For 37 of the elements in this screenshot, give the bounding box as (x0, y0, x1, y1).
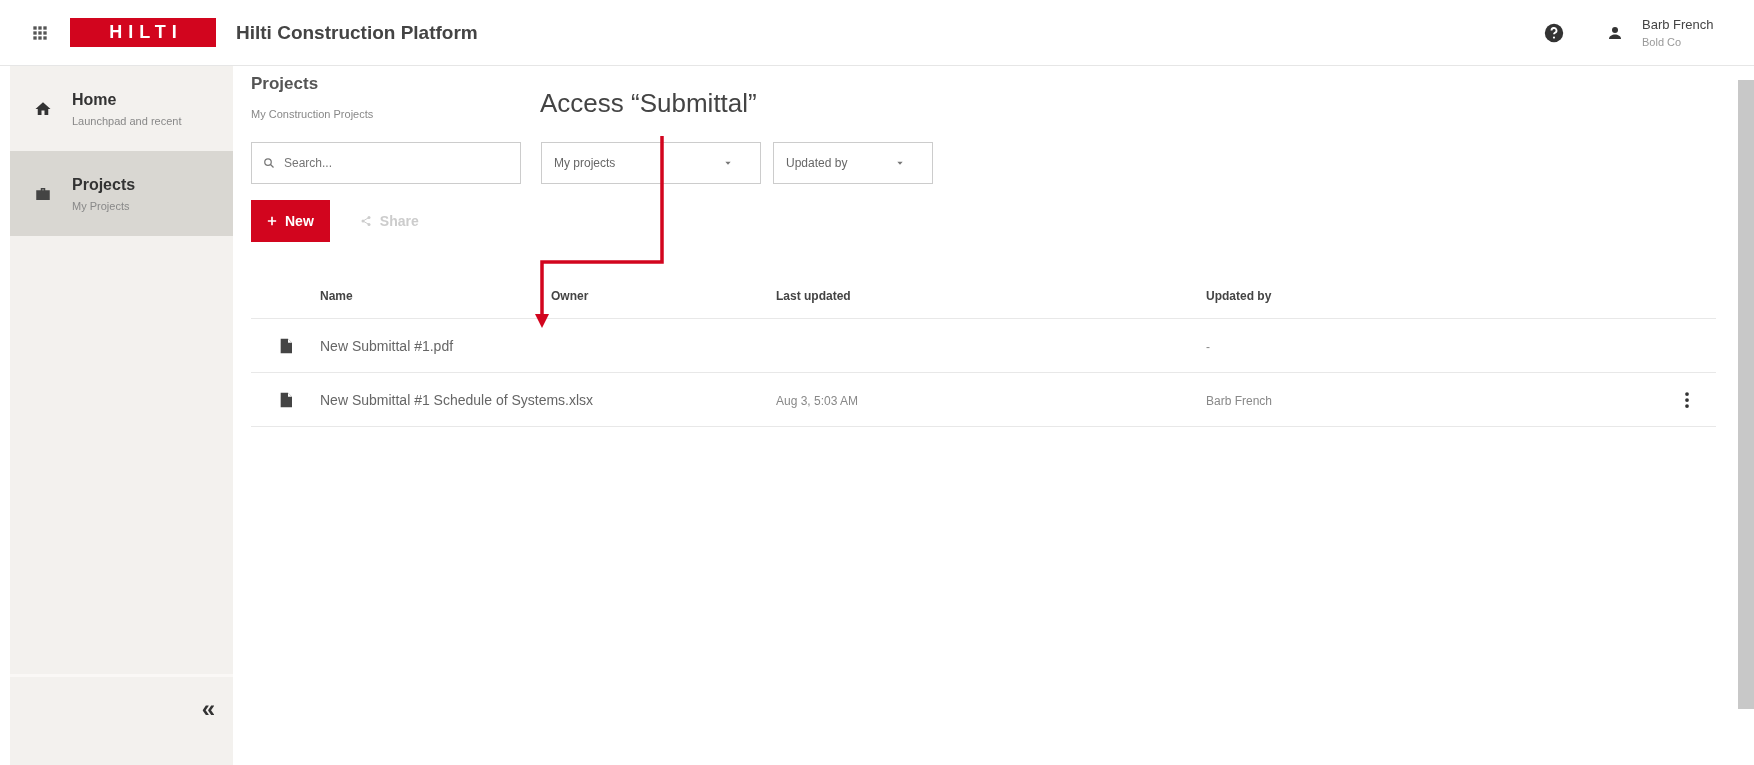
filter-dropdown[interactable]: Updated by (773, 142, 933, 184)
column-header: Last updated (776, 289, 852, 303)
filter-dropdown[interactable]: My projects (541, 142, 761, 184)
nav-title: Home (72, 90, 118, 109)
nav-item[interactable]: Projects My Projects (10, 151, 233, 236)
dropdown-value: Updated by (786, 156, 848, 170)
table-cell: Barb French (1206, 393, 1273, 408)
page-subtitle: My Construction Projects (251, 108, 375, 120)
new-button[interactable]: New (251, 200, 330, 242)
dropdown-value: My projects (554, 156, 616, 170)
file-name[interactable]: New Submittal #1.pdf (320, 337, 454, 354)
caret-icon (896, 159, 904, 167)
help-icon[interactable] (1544, 22, 1564, 43)
company-name: Bold Co (1642, 36, 1683, 48)
nav-subtitle: My Projects (72, 199, 131, 212)
nav-item[interactable]: Home Launchpad and recent (10, 66, 233, 151)
caret-icon (724, 159, 732, 167)
table-row[interactable]: New Submittal #1.pdf - (251, 319, 1716, 373)
app-title: Hilti Construction Platform (236, 21, 478, 44)
table-cell: Aug 3, 5:03 AM (776, 393, 859, 408)
scrollbar[interactable] (1738, 80, 1754, 709)
plus-icon (267, 216, 277, 226)
annotation-text: Access “Submittal” (540, 88, 757, 119)
nav-subtitle: Launchpad and recent (72, 114, 182, 127)
file-name[interactable]: New Submittal #1 Schedule of Systems.xlsx (320, 391, 594, 408)
column-header: Owner (551, 289, 590, 303)
collapse-button[interactable]: « (201, 695, 215, 723)
apps-menu-icon[interactable] (32, 24, 48, 41)
user-name: Barb French (1642, 17, 1715, 32)
logo: HILTI (70, 18, 216, 47)
page-title: Projects (251, 74, 320, 94)
column-header: Updated by (1206, 289, 1273, 303)
share-icon (359, 215, 372, 227)
nav-title: Projects (72, 175, 136, 194)
search-field[interactable]: Search... (251, 142, 521, 184)
table-cell: - (1206, 339, 1210, 354)
column-header: Name (320, 289, 354, 303)
